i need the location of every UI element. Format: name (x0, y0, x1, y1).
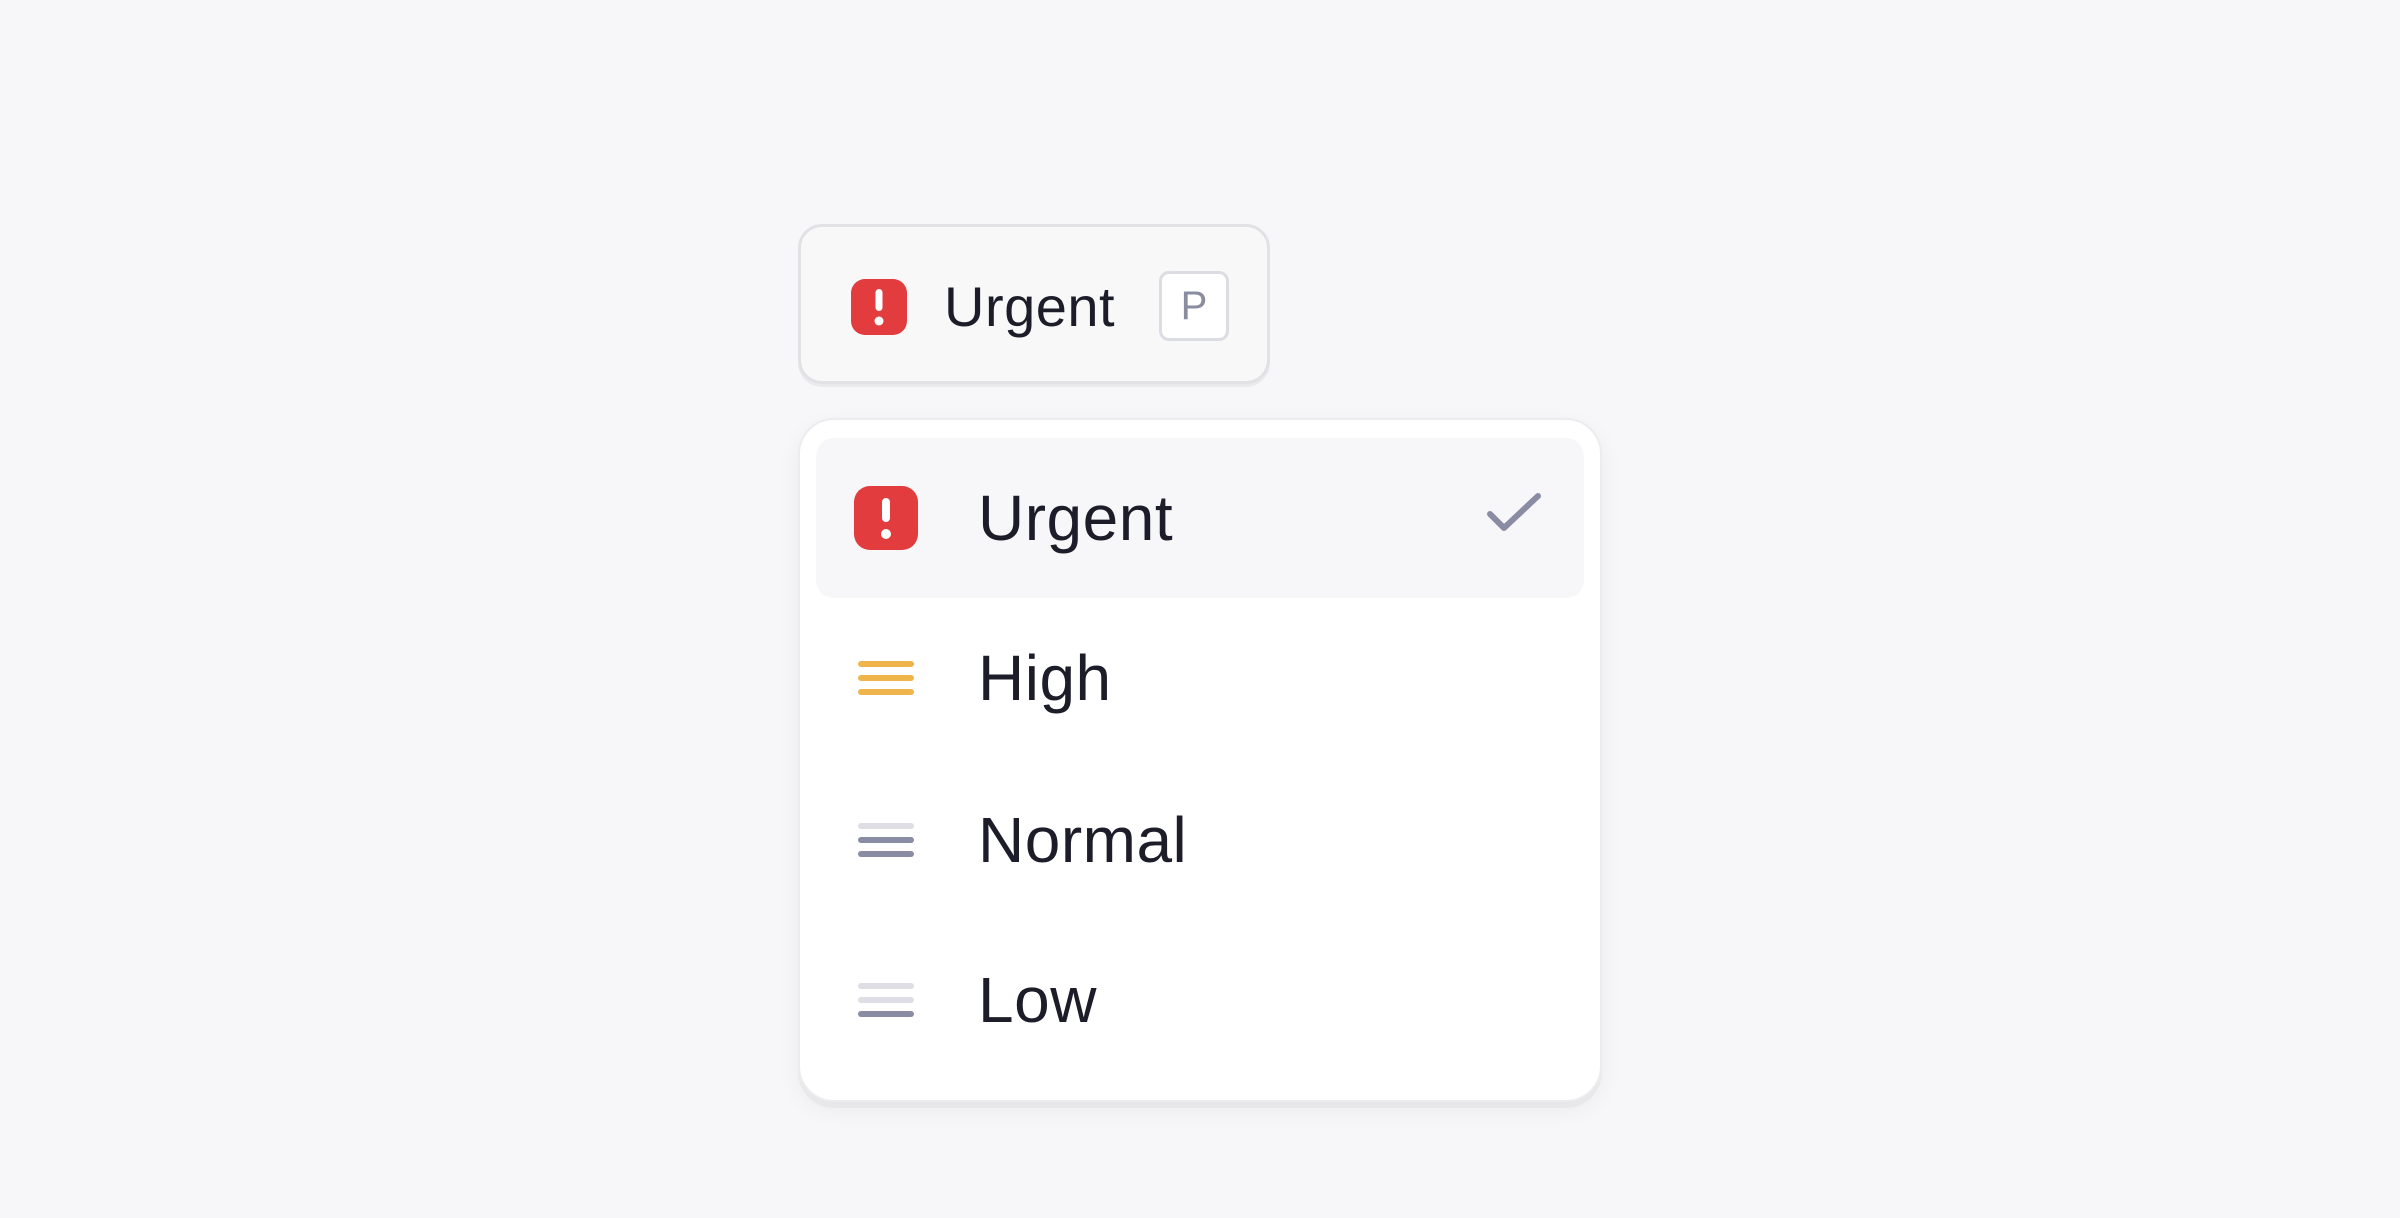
check-icon (1487, 493, 1541, 531)
menu-item-low[interactable]: Low (816, 920, 1584, 1080)
page: Urgent P Urgent High Normal Low (0, 0, 2400, 1218)
menu-item-label: Normal (978, 804, 1188, 876)
shortcut-hint: P (1159, 271, 1229, 341)
menu-item-label: High (978, 642, 1112, 714)
menu-item-normal[interactable]: Normal (816, 760, 1584, 920)
menu-item-label: Low (978, 964, 1097, 1036)
menu-item-label: Urgent (978, 482, 1174, 554)
priority-button[interactable]: Urgent P (798, 224, 1270, 384)
menu-item-high[interactable]: High (816, 598, 1584, 758)
menu-item-urgent[interactable]: Urgent (816, 438, 1584, 598)
urgent-icon (851, 279, 907, 335)
normal-priority-icon (858, 823, 914, 857)
priority-menu: Urgent High Normal Low (798, 418, 1602, 1102)
priority-button-label: Urgent (944, 275, 1116, 338)
urgent-icon (854, 486, 918, 550)
high-priority-icon (858, 661, 914, 695)
low-priority-icon (858, 983, 914, 1017)
